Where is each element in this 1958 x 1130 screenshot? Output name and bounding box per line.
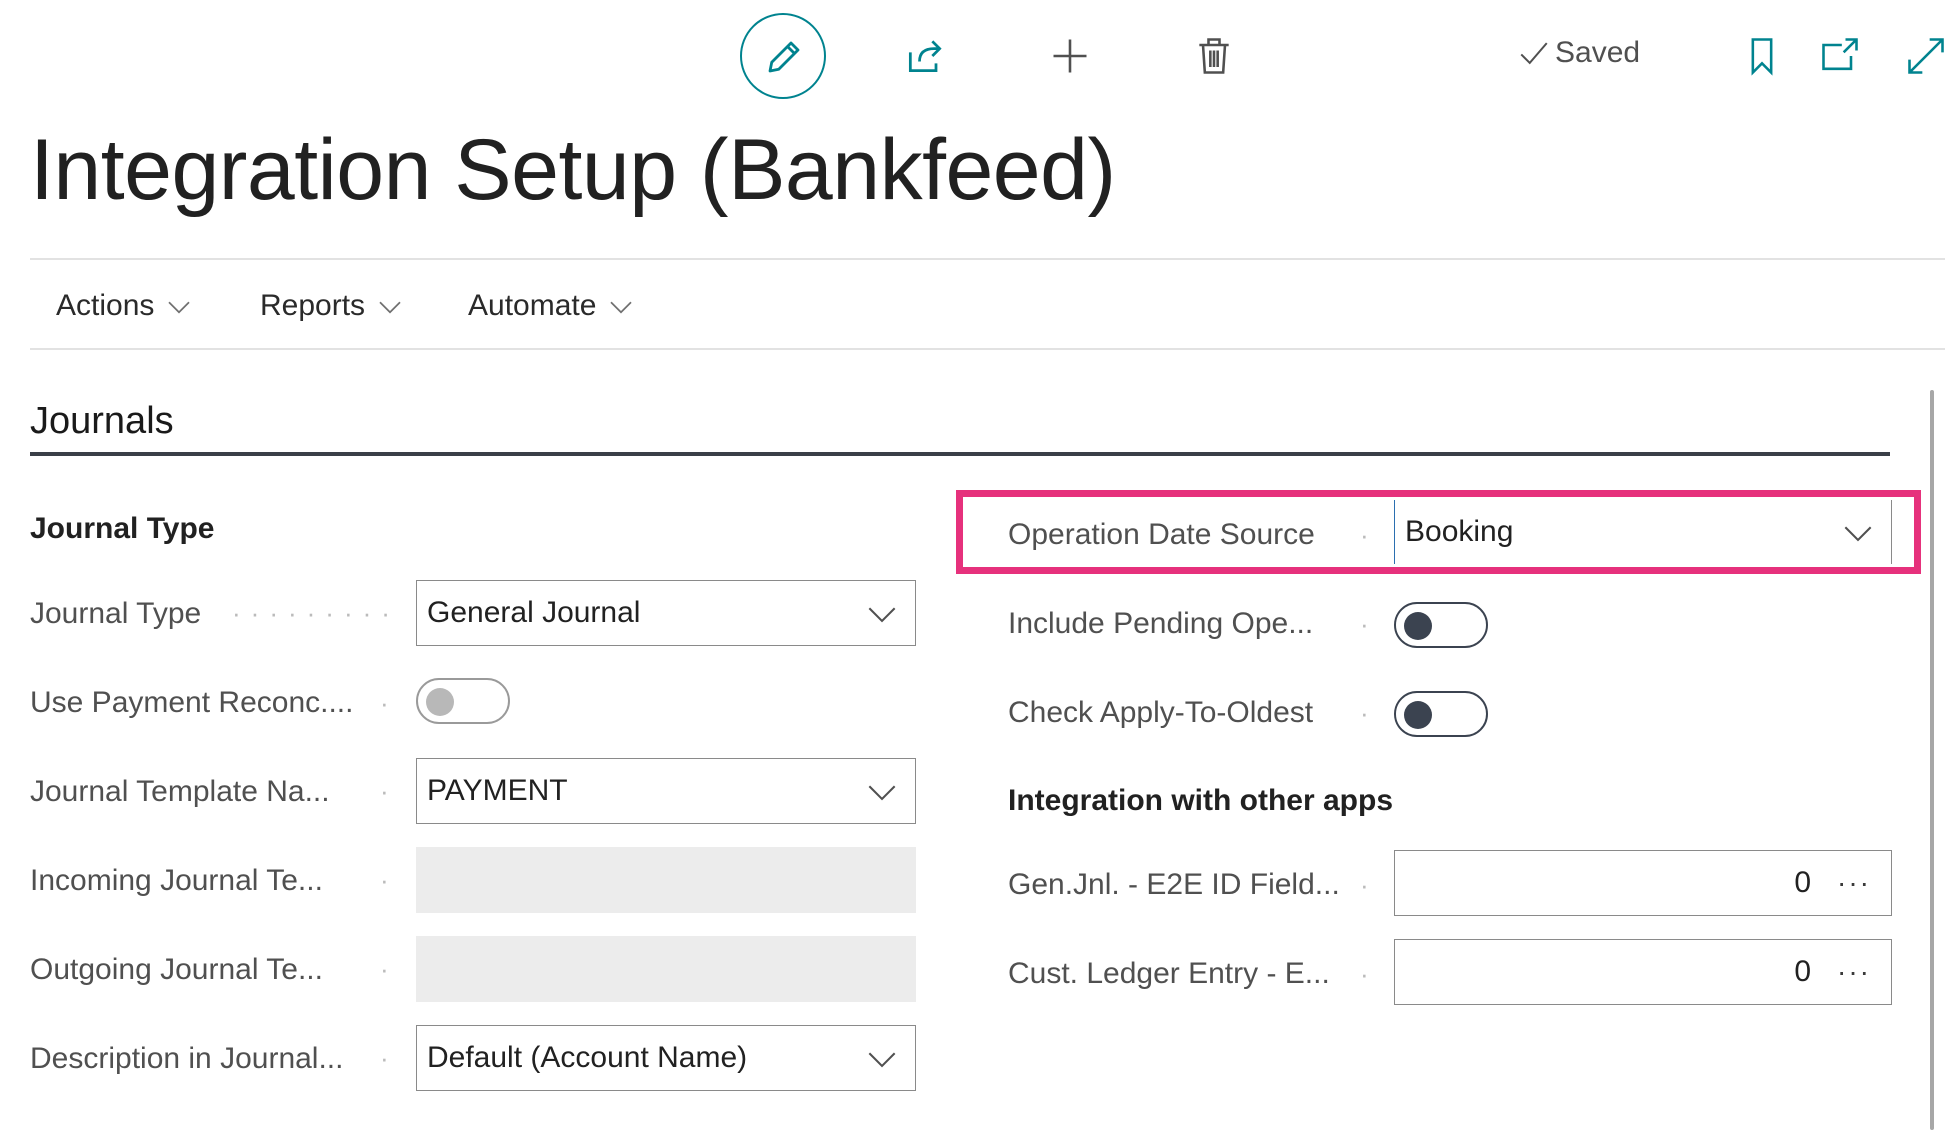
toggle-knob	[426, 688, 454, 716]
check-icon	[1520, 42, 1548, 65]
gen-jnl-e2e-id-field-input[interactable]: 0 ···	[1394, 850, 1892, 916]
field-label-operation-date-source: Operation Date Source	[1008, 518, 1315, 551]
field-label-include-pending-operations: Include Pending Ope...	[1008, 607, 1314, 640]
page-title: Integration Setup (Bankfeed)	[30, 122, 1116, 218]
journal-type-select[interactable]: General Journal	[416, 580, 916, 646]
field-label-check-apply-to-oldest: Check Apply-To-Oldest	[1008, 696, 1314, 729]
trash-icon	[1199, 38, 1229, 74]
label-dots: ·	[1360, 609, 1379, 639]
use-payment-reconc-toggle[interactable]	[416, 678, 510, 724]
include-pending-operations-toggle[interactable]	[1394, 602, 1488, 648]
toggle-knob	[1404, 701, 1432, 729]
label-dots: ·	[380, 865, 399, 895]
saved-label: Saved	[1555, 36, 1641, 69]
bookmark-button[interactable]	[1740, 34, 1784, 78]
menu-automate-label: Automate	[468, 289, 597, 322]
share-button[interactable]	[903, 34, 947, 78]
saved-status: Saved	[1517, 36, 1640, 70]
section-rule	[30, 452, 1890, 456]
delete-button[interactable]	[1192, 34, 1236, 78]
vertical-scrollbar[interactable]	[1930, 390, 1934, 1130]
operation-date-source-value: Booking	[1405, 515, 1514, 548]
chevron-down-icon	[868, 1052, 896, 1068]
new-button[interactable]	[1048, 34, 1092, 78]
bookmark-icon	[1751, 38, 1773, 76]
plus-icon	[1053, 39, 1087, 73]
open-in-new-window-icon	[1822, 38, 1858, 71]
journal-template-value: PAYMENT	[427, 774, 568, 807]
section-title-journals[interactable]: Journals	[30, 400, 174, 443]
outgoing-journal-template-field	[416, 936, 916, 1002]
field-label-gen-jnl-e2e-id-field: Gen.Jnl. - E2E ID Field...	[1008, 868, 1340, 901]
label-dots: ·	[380, 954, 399, 984]
share-icon	[908, 40, 942, 73]
label-dots: ·	[380, 776, 399, 806]
group-title-integration-with-other-apps: Integration with other apps	[1008, 784, 1394, 817]
field-label-use-payment-reconc: Use Payment Reconc....	[30, 686, 354, 719]
gen-jnl-e2e-id-field-value: 0	[1794, 866, 1812, 899]
chevron-down-icon	[1844, 526, 1872, 542]
divider	[30, 258, 1945, 260]
label-dots: ·	[1360, 520, 1379, 550]
menu-actions-label: Actions	[56, 289, 155, 322]
expand-icon	[1908, 38, 1944, 74]
toggle-knob	[1404, 612, 1432, 640]
lookup-ellipsis-icon[interactable]: ···	[1837, 867, 1871, 899]
chevron-down-icon	[868, 785, 896, 801]
label-dots: ·········	[232, 598, 400, 628]
chevron-down-icon	[168, 301, 191, 314]
field-label-outgoing-journal-template: Outgoing Journal Te...	[30, 953, 323, 986]
open-new-window-button[interactable]	[1818, 34, 1862, 78]
menu-reports[interactable]: Reports	[260, 289, 405, 323]
cust-ledger-entry-value: 0	[1794, 955, 1812, 988]
menu-actions[interactable]: Actions	[56, 289, 194, 323]
field-label-journal-type: Journal Type	[30, 597, 202, 630]
check-apply-to-oldest-toggle[interactable]	[1394, 691, 1488, 737]
label-dots: ·	[380, 1043, 399, 1073]
field-label-description-in-journal: Description in Journal...	[30, 1042, 344, 1075]
journal-type-value: General Journal	[427, 596, 641, 629]
edit-button[interactable]	[740, 13, 826, 99]
label-dots: ·	[1360, 870, 1379, 900]
expand-button[interactable]	[1904, 34, 1948, 78]
label-dots: ·	[1360, 959, 1379, 989]
operation-date-source-select[interactable]: Booking	[1394, 500, 1892, 564]
pencil-icon	[768, 41, 800, 73]
divider	[30, 348, 1945, 350]
menu-automate[interactable]: Automate	[468, 289, 636, 323]
label-dots: ·	[380, 688, 399, 718]
menu-reports-label: Reports	[260, 289, 366, 322]
chevron-down-icon	[379, 301, 401, 314]
cust-ledger-entry-input[interactable]: 0 ···	[1394, 939, 1892, 1005]
incoming-journal-template-field	[416, 847, 916, 913]
field-label-incoming-journal-template: Incoming Journal Te...	[30, 864, 323, 897]
chevron-down-icon	[610, 301, 633, 314]
description-in-journal-select[interactable]: Default (Account Name)	[416, 1025, 916, 1091]
lookup-ellipsis-icon[interactable]: ···	[1837, 956, 1871, 988]
journal-template-select[interactable]: PAYMENT	[416, 758, 916, 824]
chevron-down-icon	[868, 607, 896, 623]
group-title-journal-type: Journal Type	[30, 512, 215, 545]
description-in-journal-value: Default (Account Name)	[427, 1041, 748, 1074]
field-label-cust-ledger-entry: Cust. Ledger Entry - E...	[1008, 957, 1330, 990]
label-dots: ·	[1360, 698, 1379, 728]
field-label-journal-template-name: Journal Template Na...	[30, 775, 330, 808]
